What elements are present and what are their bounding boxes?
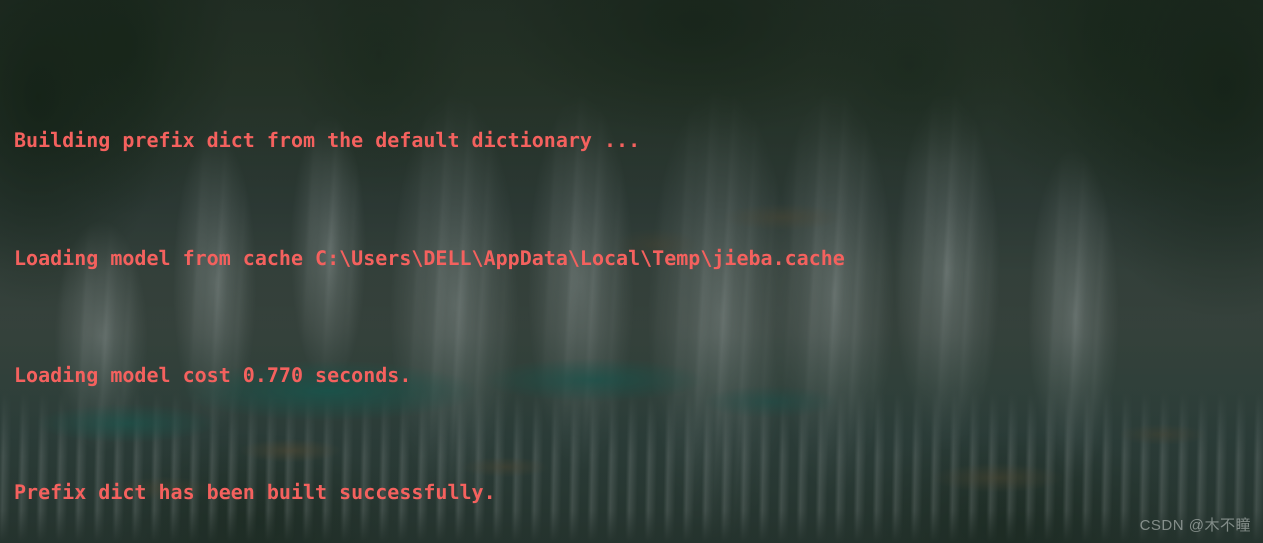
log-line: Prefix dict has been built successfully. [14,480,496,505]
console-output-area[interactable]: Building prefix dict from the default di… [0,0,1263,543]
log-line: Loading model from cache C:\Users\DELL\A… [14,245,845,270]
log-line: Building prefix dict from the default di… [14,128,641,153]
log-line: Loading model cost 0.770 seconds. [14,362,412,387]
terminal-window: Building prefix dict from the default di… [0,0,1263,543]
